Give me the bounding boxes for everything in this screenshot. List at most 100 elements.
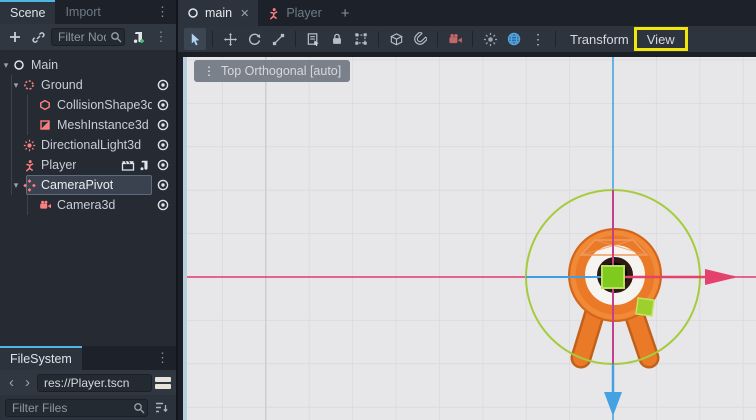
- link-icon: [31, 30, 46, 45]
- camera-override-toggle[interactable]: [444, 28, 466, 50]
- tree-row-directionallight3d[interactable]: DirectionalLight3d: [0, 135, 176, 155]
- scene-tab-main[interactable]: main ✕: [178, 0, 258, 26]
- move-icon: [223, 32, 238, 47]
- visibility-eye-icon[interactable]: [154, 196, 172, 214]
- scene-toolbar: ⋮: [0, 24, 176, 50]
- close-tab-icon[interactable]: ✕: [238, 7, 249, 20]
- local-space-toggle[interactable]: [385, 28, 407, 50]
- tab-scene-label: Scene: [10, 6, 45, 20]
- filesystem-path-bar: ‹ ›: [0, 370, 176, 395]
- static-body-3d-icon: [22, 78, 36, 92]
- select-tool-button[interactable]: [184, 28, 206, 50]
- tree-row-ground[interactable]: ▾ Ground: [0, 75, 176, 95]
- snap-toggle[interactable]: [409, 28, 431, 50]
- node-icon: [187, 7, 199, 19]
- instance-scene-button[interactable]: [28, 27, 48, 47]
- instanced-scene-icon[interactable]: [120, 157, 136, 173]
- node-label: CameraPivot: [41, 178, 113, 192]
- history-back-button[interactable]: ‹: [5, 375, 18, 390]
- visibility-eye-icon[interactable]: [154, 176, 172, 194]
- script-icon[interactable]: [136, 157, 152, 173]
- search-icon: [110, 31, 122, 43]
- view-label-menu-icon[interactable]: ⋮: [203, 64, 215, 78]
- viewport-focus-strip: [183, 57, 187, 420]
- collapse-arrow[interactable]: ▾: [0, 60, 12, 71]
- scene-tree-menu-button[interactable]: ⋮: [151, 27, 171, 47]
- preview-sunlight-toggle[interactable]: [479, 28, 501, 50]
- plus-icon: [8, 30, 22, 44]
- sun-icon: [483, 32, 498, 47]
- add-node-button[interactable]: [5, 27, 25, 47]
- tree-row-camerapivot[interactable]: ▾ CameraPivot: [0, 175, 176, 195]
- view-menu[interactable]: View: [639, 28, 683, 50]
- viewport-background: [187, 57, 756, 420]
- tab-filesystem-label: FileSystem: [10, 352, 72, 366]
- tab-import[interactable]: Import: [55, 0, 110, 24]
- current-path-field[interactable]: [37, 374, 152, 392]
- node-label: DirectionalLight3d: [41, 138, 141, 152]
- scene-tab-label: Player: [286, 6, 321, 20]
- visibility-eye-icon[interactable]: [154, 156, 172, 174]
- view-options-menu-button[interactable]: ⋮: [527, 28, 549, 50]
- tree-row-meshinstance3d[interactable]: MeshInstance3d: [0, 115, 176, 135]
- rotate-tool-button[interactable]: [243, 28, 265, 50]
- viewport-view-label[interactable]: ⋮ Top Orthogonal [auto]: [194, 60, 350, 82]
- node-label: MeshInstance3d: [57, 118, 149, 132]
- collapse-arrow[interactable]: ▾: [10, 180, 22, 191]
- script-plus-icon: [131, 30, 146, 45]
- group-nodes-button[interactable]: [350, 28, 372, 50]
- node-label: Ground: [41, 78, 83, 92]
- group-icon: [354, 32, 368, 46]
- directional-light-3d-icon: [22, 138, 36, 152]
- lock-node-button[interactable]: [326, 28, 348, 50]
- tree-row-main[interactable]: ▾ Main: [0, 55, 176, 75]
- viewport-canvas: [178, 52, 756, 420]
- tab-import-label: Import: [65, 5, 100, 19]
- move-tool-button[interactable]: [219, 28, 241, 50]
- select-arrow-icon: [188, 32, 203, 47]
- scale-tool-button[interactable]: [267, 28, 289, 50]
- filter-files-input[interactable]: [5, 399, 148, 417]
- tree-row-camera3d[interactable]: Camera3d: [0, 195, 176, 215]
- visibility-eye-icon[interactable]: [154, 116, 172, 134]
- main-editor-area: main ✕ Player +: [178, 0, 756, 420]
- search-icon: [133, 402, 145, 414]
- preview-environment-toggle[interactable]: [503, 28, 525, 50]
- gizmo-center-handle[interactable]: [602, 266, 624, 288]
- list-select-button[interactable]: [302, 28, 324, 50]
- transform-menu[interactable]: Transform: [562, 28, 637, 50]
- toggle-split-mode-icon[interactable]: [155, 376, 171, 390]
- rotate-icon: [247, 32, 262, 47]
- filesystem-dock: FileSystem ⋮ ‹ ›: [0, 346, 176, 420]
- visibility-eye-icon[interactable]: [154, 76, 172, 94]
- scene-dock-tabbar: Scene Import ⋮: [0, 0, 176, 24]
- node-label: Main: [31, 58, 58, 72]
- file-sort-button[interactable]: [151, 398, 171, 418]
- tree-row-collisionshape3d[interactable]: CollisionShape3d: [0, 95, 176, 115]
- scene-tab-player[interactable]: Player: [258, 0, 330, 26]
- tab-filesystem[interactable]: FileSystem: [0, 346, 82, 370]
- character-body-3d-icon: [267, 7, 280, 20]
- scale-icon: [271, 32, 286, 47]
- godot-editor-window: Scene Import ⋮: [0, 0, 756, 420]
- history-forward-button[interactable]: ›: [21, 375, 34, 390]
- visibility-eye-icon[interactable]: [154, 136, 172, 154]
- viewport-3d[interactable]: ⋮ Top Orthogonal [auto]: [178, 52, 756, 420]
- lock-icon: [330, 32, 344, 46]
- mesh-instance-3d-icon: [38, 118, 52, 132]
- sort-icon: [154, 401, 168, 414]
- filesystem-tabbar: FileSystem ⋮: [0, 346, 176, 370]
- node-label: Player: [41, 158, 76, 172]
- gizmo-plane-handle[interactable]: [636, 298, 654, 316]
- tree-row-player[interactable]: Player: [0, 155, 176, 175]
- scene-dock-menu-button[interactable]: ⋮: [149, 0, 176, 24]
- visibility-eye-icon[interactable]: [154, 96, 172, 114]
- scene-tree: ▾ Main ▾ Ground: [0, 50, 176, 346]
- filesystem-menu-button[interactable]: ⋮: [149, 346, 176, 370]
- collapse-arrow[interactable]: ▾: [10, 80, 22, 91]
- list-select-icon: [306, 32, 321, 47]
- attach-script-button[interactable]: [128, 27, 148, 47]
- filter-node-search: [51, 28, 125, 46]
- new-scene-tab-button[interactable]: +: [331, 0, 360, 26]
- tab-scene[interactable]: Scene: [0, 0, 55, 24]
